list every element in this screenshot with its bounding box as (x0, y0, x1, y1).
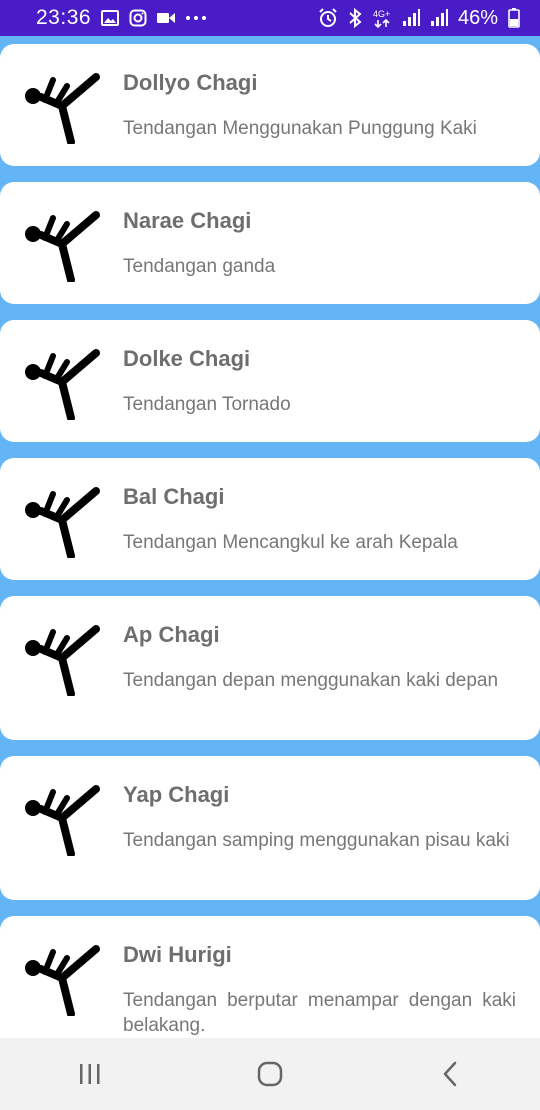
item-title: Yap Chagi (123, 782, 230, 807)
kick-figure-icon (25, 945, 100, 1016)
list-item[interactable]: Dwi Hurigi Tendangan berputar menampar d… (0, 916, 540, 1038)
list-item[interactable]: Narae Chagi Tendangan ganda (0, 182, 540, 304)
item-title: Dwi Hurigi (123, 942, 232, 967)
list-item[interactable]: Dolke Chagi Tendangan Tornado (0, 320, 540, 442)
image-icon (101, 10, 120, 26)
kick-figure-icon (25, 349, 100, 420)
status-right: 4G+ 46% (318, 7, 520, 30)
item-description: Tendangan samping menggunakan pisau kaki (123, 830, 510, 851)
4g-icon: 4G+ (372, 8, 392, 28)
item-description: Tendangan depan menggunakan kaki depan (123, 670, 499, 691)
home-button[interactable] (240, 1044, 300, 1104)
item-title: Ap Chagi (123, 622, 220, 647)
item-title: Bal Chagi (123, 484, 225, 509)
item-description: Tendangan berputar menampar dengan kaki … (123, 990, 516, 1036)
home-icon (257, 1061, 283, 1087)
kick-figure-icon (25, 211, 100, 282)
item-description: Tendangan ganda (123, 256, 276, 277)
item-description: Tendangan Tornado (123, 394, 291, 415)
kick-figure-icon (25, 73, 100, 144)
kick-figure-icon (25, 625, 100, 696)
kick-list: Dollyo Chagi Tendangan Menggunakan Pungg… (0, 36, 540, 1038)
bluetooth-icon (348, 8, 362, 28)
signal-icon (430, 9, 448, 27)
recent-apps-button[interactable] (60, 1044, 120, 1104)
svg-text:4G+: 4G+ (373, 9, 390, 19)
battery-icon (508, 8, 520, 28)
status-time: 23:36 (36, 6, 92, 29)
item-description: Tendangan Menggunakan Punggung Kaki (123, 118, 477, 139)
item-title: Dolke Chagi (123, 346, 251, 371)
back-icon (443, 1061, 457, 1087)
video-icon (157, 11, 176, 25)
recent-apps-icon (80, 1064, 100, 1084)
kick-figure-icon (25, 785, 100, 856)
instagram-icon (129, 9, 147, 27)
list-item[interactable]: Bal Chagi Tendangan Mencangkul ke arah K… (0, 458, 540, 580)
item-title: Narae Chagi (123, 208, 252, 233)
status-left: 23:36 (36, 6, 207, 30)
kick-figure-icon (25, 487, 100, 558)
navigation-bar (0, 1038, 540, 1110)
more-icon (185, 15, 207, 21)
item-title: Dollyo Chagi (123, 70, 258, 95)
item-description: Tendangan Mencangkul ke arah Kepala (123, 532, 458, 553)
status-bar: 23:36 4G+ 46% (0, 0, 540, 36)
list-item[interactable]: Ap Chagi Tendangan depan menggunakan kak… (0, 596, 540, 740)
signal-icon (402, 9, 420, 27)
list-item[interactable]: Yap Chagi Tendangan samping menggunakan … (0, 756, 540, 900)
battery-percent: 46% (457, 6, 498, 29)
alarm-icon (318, 8, 338, 28)
back-button[interactable] (420, 1044, 480, 1104)
list-item[interactable]: Dollyo Chagi Tendangan Menggunakan Pungg… (0, 44, 540, 166)
